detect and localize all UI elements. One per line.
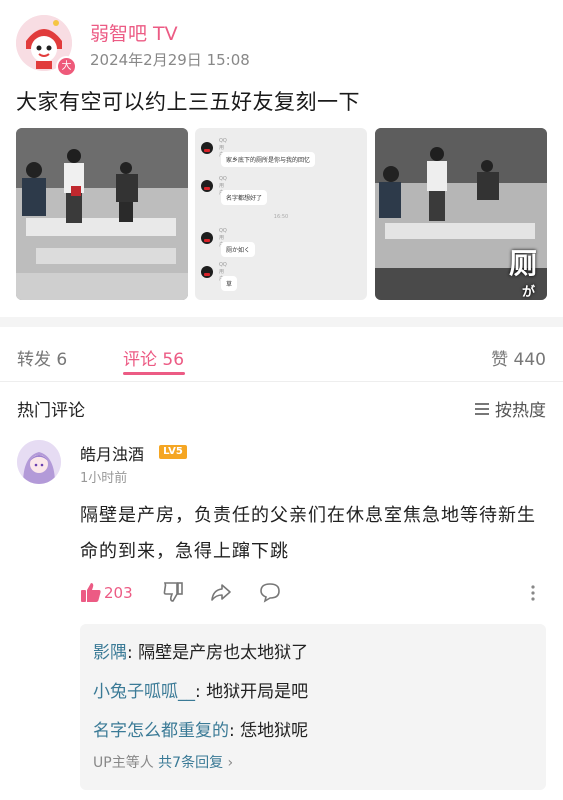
- reply-item[interactable]: 名字怎么都重复的: 恁地狱呢: [93, 716, 308, 741]
- comment-text: 隔壁是产房，负责任的父亲们在休息室焦急地等待新生命的到来，急得上蹿下跳: [80, 505, 536, 562]
- chat-bubble: 草: [221, 276, 238, 291]
- dislike-icon[interactable]: [162, 581, 184, 607]
- more-replies-count: 共7条回复: [158, 755, 224, 771]
- post-date: 2024年2月29日 15:08: [90, 51, 250, 69]
- tab-active-indicator: [123, 372, 185, 375]
- reply-icon[interactable]: [259, 581, 281, 607]
- post-image-1[interactable]: [16, 128, 188, 300]
- section-gap: [0, 317, 563, 327]
- reply-text: : 地狱开局是吧: [195, 682, 309, 702]
- author-name[interactable]: 弱智吧 TV: [90, 19, 178, 46]
- comment-time: 1小时前: [80, 471, 128, 486]
- chevron-right-icon: ›: [227, 755, 234, 771]
- more-options-icon[interactable]: [530, 584, 536, 602]
- reply-text: : 恁地狱呢: [229, 721, 309, 741]
- divider: [0, 381, 563, 382]
- replies-box[interactable]: 影隅: 隔壁是产房也太地狱了 小兔子呱呱__: 地狱开局是吧 名字怎么都重复的:…: [80, 624, 546, 790]
- share-icon[interactable]: [210, 581, 232, 607]
- reply-user[interactable]: 小兔子呱呱__: [93, 682, 195, 702]
- qq-avatar-icon: [201, 180, 213, 192]
- chat-bubble: 厕か如く: [221, 242, 256, 257]
- verified-badge: 大: [56, 56, 77, 77]
- like-icon[interactable]: [80, 581, 102, 607]
- more-replies-link[interactable]: UP主等人 共7条回复 ›: [93, 752, 233, 772]
- qq-avatar-icon: [201, 142, 213, 154]
- sort-label: 按热度: [495, 401, 546, 421]
- commenter-name[interactable]: 皓月浊酒: [80, 441, 144, 465]
- post-image-2-chat[interactable]: QQ用户 家乡底下的厕所是你与我的回忆 QQ用户 名字都想好了 16:50 QQ…: [195, 128, 367, 300]
- post-image-3[interactable]: 厕 が: [375, 128, 547, 300]
- reply-user[interactable]: 影隅: [93, 643, 127, 663]
- hot-comments-heading: 热门评论: [17, 401, 85, 421]
- chat-time: 16:50: [273, 214, 289, 220]
- reply-text: : 隔壁是产房也太地狱了: [127, 643, 309, 663]
- level-badge: LV5: [159, 445, 187, 459]
- qq-avatar-icon: [201, 232, 213, 244]
- tab-repost[interactable]: 转发 6: [17, 345, 67, 370]
- chat-bubble: 家乡底下的厕所是你与我的回忆: [221, 152, 316, 167]
- more-replies-prefix: UP主等人: [93, 755, 154, 771]
- qq-avatar-icon: [201, 266, 213, 278]
- chat-bubble: 名字都想好了: [221, 190, 268, 205]
- post-text: 大家有空可以约上三五好友复刻一下: [16, 90, 360, 114]
- image-overlay-text-2: が: [521, 285, 535, 300]
- reply-item[interactable]: 小兔子呱呱__: 地狱开局是吧: [93, 677, 308, 702]
- like-count: 203: [104, 584, 133, 602]
- tab-like[interactable]: 赞 440: [491, 345, 546, 370]
- commenter-avatar[interactable]: [17, 440, 61, 484]
- menu-icon: [475, 403, 489, 415]
- reply-user[interactable]: 名字怎么都重复的: [93, 721, 229, 741]
- sort-button[interactable]: 按热度: [475, 396, 546, 421]
- image-overlay-text: 厕: [508, 247, 537, 280]
- reply-item[interactable]: 影隅: 隔壁是产房也太地狱了: [93, 638, 308, 663]
- tab-comment[interactable]: 评论 56: [123, 345, 184, 370]
